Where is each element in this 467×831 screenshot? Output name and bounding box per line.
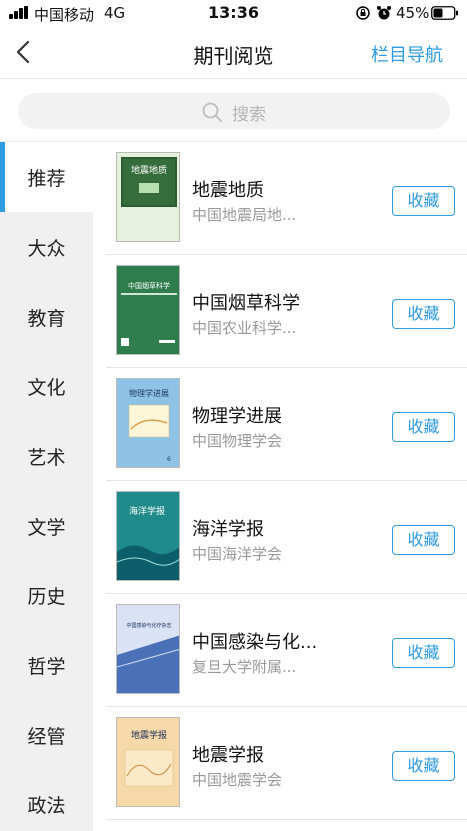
journal-item[interactable]: 物理学进展 6 物理学进展 中国物理学会 收藏 — [106, 368, 467, 481]
collect-button[interactable]: 收藏 — [392, 299, 455, 329]
journal-publisher: 中国地震局地... — [192, 206, 297, 224]
column-navigation-button[interactable]: 栏目导航 — [371, 41, 443, 67]
sidebar-item-label: 哲学 — [27, 656, 66, 678]
journal-title: 地震学报 — [192, 745, 264, 766]
journal-title: 中国烟草科学 — [192, 293, 300, 314]
journal-cover: 地震学报 — [116, 717, 180, 807]
sidebar-item-education[interactable]: 教育 — [0, 282, 93, 352]
sidebar-item-label: 历史 — [27, 586, 66, 608]
sidebar-item-label: 文学 — [27, 517, 66, 539]
search-placeholder: 搜索 — [232, 105, 266, 125]
journal-item[interactable]: 中国烟草科学 中国烟草科学 中国农业科学... 收藏 — [106, 255, 467, 368]
journal-item[interactable]: 海洋学报 海洋学报 中国海洋学会 收藏 — [106, 481, 467, 594]
search-input[interactable]: 搜索 — [18, 93, 450, 129]
sidebar-item-art[interactable]: 艺术 — [0, 421, 93, 491]
journal-item[interactable]: 地震学报 地震学报 中国地震学会 收藏 — [106, 707, 467, 820]
search-icon — [202, 102, 222, 122]
svg-text:中国烟草科学: 中国烟草科学 — [128, 281, 170, 290]
collect-button[interactable]: 收藏 — [392, 751, 455, 781]
sidebar-item-label: 艺术 — [27, 447, 66, 469]
journal-title: 地震地质 — [192, 180, 264, 201]
collect-button[interactable]: 收藏 — [392, 186, 455, 216]
journal-publisher: 中国地震学会 — [192, 771, 283, 789]
sidebar-item-history[interactable]: 历史 — [0, 560, 93, 630]
journal-cover: 地震地质 — [116, 152, 180, 242]
rotation-lock-icon — [356, 6, 370, 20]
battery-percent: 45% — [396, 4, 430, 22]
sidebar-item-culture[interactable]: 文化 — [0, 351, 93, 421]
journal-publisher: 中国农业科学... — [192, 319, 297, 337]
sidebar-item-label: 经管 — [27, 726, 66, 748]
journal-cover: 海洋学报 — [116, 491, 180, 581]
sidebar-item-label: 教育 — [27, 308, 66, 330]
collect-button[interactable]: 收藏 — [392, 525, 455, 555]
status-bar: 中国移动 4G 13:36 45% — [0, 0, 467, 26]
alarm-icon — [377, 6, 391, 20]
svg-text:地震地质: 地震地质 — [131, 164, 167, 176]
journal-title: 海洋学报 — [192, 519, 264, 540]
sidebar-item-label: 推荐 — [27, 168, 66, 190]
sidebar-item-law[interactable]: 政法 — [0, 769, 93, 831]
nav-bar: 期刊阅览 栏目导航 — [0, 26, 467, 79]
svg-text:海洋学报: 海洋学报 — [129, 505, 165, 517]
collect-button[interactable]: 收藏 — [392, 638, 455, 668]
journal-cover: 中国烟草科学 — [116, 265, 180, 355]
journal-item[interactable]: 中国感染与化疗杂志 中国感染与化... 复旦大学附属... 收藏 — [106, 594, 467, 707]
sidebar-item-recommended[interactable]: 推荐 — [0, 142, 93, 212]
sidebar-item-literature[interactable]: 文学 — [0, 491, 93, 561]
svg-text:物理学进展: 物理学进展 — [129, 388, 169, 398]
svg-text:中国感染与化疗杂志: 中国感染与化疗杂志 — [126, 622, 171, 629]
journal-cover: 中国感染与化疗杂志 — [116, 604, 180, 694]
journal-publisher: 复旦大学附属... — [192, 658, 297, 676]
journal-cover: 物理学进展 6 — [116, 378, 180, 468]
sidebar-item-philosophy[interactable]: 哲学 — [0, 630, 93, 700]
journal-title: 中国感染与化... — [192, 632, 318, 653]
battery-icon — [431, 6, 458, 20]
sidebar-item-economics[interactable]: 经管 — [0, 700, 93, 770]
sidebar-item-label: 文化 — [27, 377, 66, 399]
svg-text:地震学报: 地震学报 — [131, 729, 167, 741]
journal-publisher: 中国海洋学会 — [192, 545, 283, 563]
category-sidebar: 推荐 大众 教育 文化 艺术 文学 历史 哲学 经管 政法 — [0, 142, 93, 831]
journal-publisher: 中国物理学会 — [192, 432, 283, 450]
journal-title: 物理学进展 — [192, 406, 282, 427]
svg-text:6: 6 — [167, 456, 171, 463]
sidebar-item-label: 政法 — [27, 795, 66, 817]
sidebar-item-label: 大众 — [27, 238, 66, 260]
sidebar-item-popular[interactable]: 大众 — [0, 212, 93, 282]
journal-item[interactable]: 地震地质 地震地质 中国地震局地... 收藏 — [106, 142, 467, 255]
collect-button[interactable]: 收藏 — [392, 412, 455, 442]
